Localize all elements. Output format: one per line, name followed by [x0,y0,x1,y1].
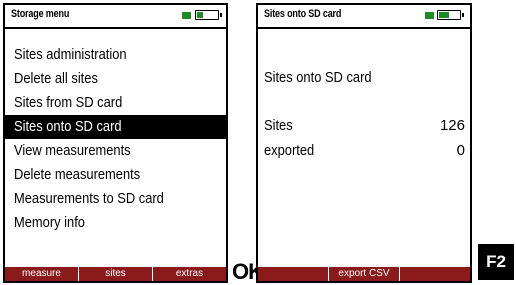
exported-label: exported [264,142,315,159]
sites-value: 126 [439,117,465,134]
storage-menu-screen: Storage menu Sites administration Delete… [3,3,228,283]
plug-icon [425,12,434,19]
sites-onto-sd-card-screen: Sites onto SD card Sites onto SD card Si… [256,3,472,283]
title-bar: Sites onto SD card [258,5,470,29]
menu-item-sites-onto-sd-card[interactable]: Sites onto SD card [5,115,226,139]
menu-item-measurements-to-sd-card[interactable]: Measurements to SD card [5,187,226,211]
exported-value: 0 [456,142,465,159]
storage-menu-list: Sites administration Delete all sites Si… [5,43,226,235]
f2-key[interactable]: F2 [478,244,514,280]
plug-icon [182,12,191,19]
battery-icon [437,10,464,20]
softkey-left-empty[interactable] [258,267,328,281]
softkey-bar: measure sites extras [5,267,226,281]
softkey-bar: export CSV [258,267,470,281]
menu-item-memory-info[interactable]: Memory info [5,211,226,235]
sites-count-row: Sites 126 [264,117,465,139]
menu-item-delete-all-sites[interactable]: Delete all sites [5,67,226,91]
softkey-measure[interactable]: measure [5,267,78,281]
battery-icon [195,10,222,20]
softkey-extras[interactable]: extras [152,267,226,281]
screen-title: Storage menu [11,8,70,20]
softkey-sites[interactable]: sites [78,267,152,281]
softkey-export-csv[interactable]: export CSV [328,267,399,281]
exported-count-row: exported 0 [264,142,465,164]
menu-item-sites-administration[interactable]: Sites administration [5,43,226,67]
menu-item-view-measurements[interactable]: View measurements [5,139,226,163]
sites-label: Sites [264,117,293,134]
softkey-right-empty[interactable] [399,267,470,281]
menu-item-delete-measurements[interactable]: Delete measurements [5,163,226,187]
screen-heading: Sites onto SD card [264,69,372,86]
title-bar: Storage menu [5,5,226,29]
battery-level-fill [197,12,203,18]
battery-level-fill [439,12,449,18]
screen-title: Sites onto SD card [264,8,342,20]
menu-item-sites-from-sd-card[interactable]: Sites from SD card [5,91,226,115]
